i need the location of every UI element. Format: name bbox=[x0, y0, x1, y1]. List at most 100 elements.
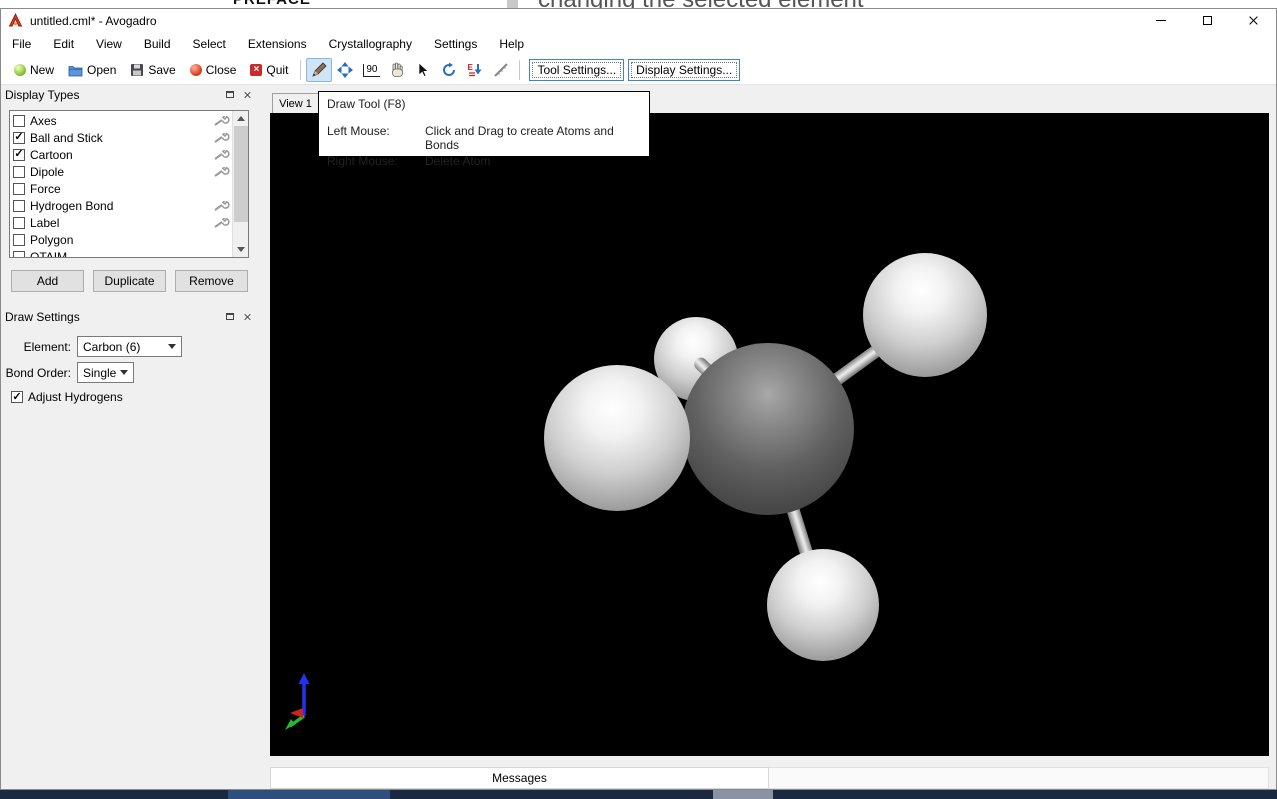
wrench-icon[interactable] bbox=[214, 218, 230, 228]
display-types-list[interactable]: Axes ✓ Ball and Stick ✓ Cartoon Dipole bbox=[9, 110, 249, 258]
checkbox[interactable] bbox=[13, 234, 25, 246]
auto-rotate-tool-button[interactable] bbox=[436, 58, 462, 82]
hydrogen-atom-left[interactable] bbox=[544, 365, 690, 511]
adjust-hydrogens-row[interactable]: ✓ Adjust Hydrogens bbox=[11, 390, 123, 404]
wrench-icon[interactable] bbox=[214, 167, 230, 177]
display-type-label: Dipole bbox=[30, 165, 64, 179]
scroll-thumb[interactable] bbox=[234, 126, 248, 222]
wrench-icon[interactable] bbox=[214, 201, 230, 211]
checkbox[interactable] bbox=[13, 115, 25, 127]
hydrogen-atom-topright[interactable] bbox=[863, 253, 987, 377]
checkbox[interactable] bbox=[13, 200, 25, 212]
hydrogen-atom-bottom[interactable] bbox=[767, 549, 879, 661]
background-bottom-strip-segment bbox=[228, 790, 390, 799]
bond-order-dropdown[interactable]: Single bbox=[77, 362, 134, 383]
menu-select[interactable]: Select bbox=[182, 33, 237, 55]
menu-view[interactable]: View bbox=[85, 33, 133, 55]
draw-tool-button[interactable] bbox=[306, 58, 332, 82]
float-panel-button[interactable] bbox=[222, 310, 237, 323]
wrench-icon[interactable] bbox=[214, 150, 230, 160]
display-type-row-polygon[interactable]: Polygon bbox=[10, 231, 232, 248]
bond-centric-tool-button[interactable]: 90 bbox=[358, 58, 384, 82]
manipulate-tool-button[interactable] bbox=[384, 58, 410, 82]
navigate-tool-button[interactable] bbox=[332, 58, 358, 82]
menu-crystallography[interactable]: Crystallography bbox=[318, 33, 423, 55]
close-button[interactable] bbox=[1230, 9, 1276, 32]
display-type-row-cartoon[interactable]: ✓ Cartoon bbox=[10, 146, 232, 163]
auto-optimize-tool-button[interactable]: E bbox=[462, 58, 488, 82]
display-type-row-qtaim[interactable]: QTAIM bbox=[10, 248, 232, 258]
checkbox[interactable]: ✓ bbox=[13, 149, 25, 161]
list-scrollbar[interactable] bbox=[232, 111, 248, 257]
quit-icon: × bbox=[250, 64, 262, 76]
checkbox[interactable] bbox=[13, 217, 25, 229]
menu-extensions[interactable]: Extensions bbox=[237, 33, 318, 55]
checkbox[interactable] bbox=[13, 251, 25, 259]
maximize-button[interactable] bbox=[1184, 9, 1230, 32]
new-label: New bbox=[30, 63, 54, 77]
open-button[interactable]: Open bbox=[61, 59, 123, 81]
checkbox[interactable] bbox=[13, 183, 25, 195]
measure-icon bbox=[493, 62, 509, 78]
add-button[interactable]: Add bbox=[11, 270, 84, 292]
bond-order-value: Single bbox=[83, 366, 116, 380]
menu-settings[interactable]: Settings bbox=[423, 33, 488, 55]
display-type-label: Polygon bbox=[30, 233, 73, 247]
display-type-row-axes[interactable]: Axes bbox=[10, 112, 232, 129]
display-type-label: Cartoon bbox=[30, 148, 73, 162]
axes-widget bbox=[282, 671, 332, 733]
background-bottom-strip bbox=[0, 790, 1277, 799]
draw-settings-header: Draw Settings bbox=[1, 307, 259, 326]
adjust-hydrogens-checkbox[interactable]: ✓ bbox=[11, 391, 23, 403]
messages-tab[interactable]: Messages bbox=[270, 767, 769, 789]
close-file-button[interactable]: Close bbox=[183, 59, 244, 81]
display-type-row-hydrogen-bond[interactable]: Hydrogen Bond bbox=[10, 197, 232, 214]
view-tab[interactable]: View 1 bbox=[272, 93, 319, 113]
menu-build[interactable]: Build bbox=[133, 33, 182, 55]
display-type-row-force[interactable]: Force bbox=[10, 180, 232, 197]
tool-settings-button[interactable]: Tool Settings... bbox=[529, 59, 624, 81]
pencil-icon bbox=[311, 62, 327, 78]
chevron-down-icon bbox=[120, 370, 128, 375]
tooltip-key: Right Mouse: bbox=[327, 154, 425, 168]
molecule-viewport[interactable] bbox=[270, 113, 1269, 756]
avogadro-window: untitled.cml* - Avogadro File Edit View … bbox=[0, 8, 1277, 790]
wrench-icon[interactable] bbox=[214, 133, 230, 143]
menu-help[interactable]: Help bbox=[488, 33, 535, 55]
scroll-down-button[interactable] bbox=[233, 242, 249, 257]
float-panel-button[interactable] bbox=[222, 88, 237, 101]
hand-icon bbox=[389, 62, 405, 78]
close-panel-icon bbox=[244, 313, 252, 321]
element-dropdown[interactable]: Carbon (6) bbox=[77, 336, 182, 357]
scroll-up-button[interactable] bbox=[233, 111, 249, 126]
background-bottom-strip-segment bbox=[713, 790, 773, 799]
close-panel-button[interactable] bbox=[240, 310, 255, 323]
new-icon bbox=[14, 64, 26, 76]
checkbox[interactable] bbox=[13, 166, 25, 178]
new-button[interactable]: New bbox=[7, 59, 61, 81]
save-button[interactable]: Save bbox=[123, 59, 182, 81]
display-settings-button[interactable]: Display Settings... bbox=[628, 59, 740, 81]
wrench-icon[interactable] bbox=[214, 116, 230, 126]
display-type-row-dipole[interactable]: Dipole bbox=[10, 163, 232, 180]
measure-tool-button[interactable] bbox=[488, 58, 514, 82]
menu-file[interactable]: File bbox=[1, 33, 42, 55]
minimize-button[interactable] bbox=[1138, 9, 1184, 32]
duplicate-button[interactable]: Duplicate bbox=[93, 270, 166, 292]
display-type-row-label[interactable]: Label bbox=[10, 214, 232, 231]
save-disk-icon bbox=[130, 63, 144, 77]
remove-button[interactable]: Remove bbox=[175, 270, 248, 292]
close-panel-button[interactable] bbox=[240, 88, 255, 101]
select-tool-button[interactable] bbox=[410, 58, 436, 82]
menubar: File Edit View Build Select Extensions C… bbox=[1, 32, 1276, 56]
background-preface-text: PREFACE bbox=[233, 0, 311, 8]
carbon-atom[interactable] bbox=[682, 343, 854, 515]
titlebar: untitled.cml* - Avogadro bbox=[1, 9, 1276, 32]
float-icon bbox=[226, 313, 234, 320]
float-icon bbox=[226, 91, 234, 98]
quit-button[interactable]: × Quit bbox=[243, 59, 295, 81]
toolbar: New Open Save Close bbox=[1, 56, 1276, 85]
menu-edit[interactable]: Edit bbox=[42, 33, 85, 55]
display-type-row-ball-and-stick[interactable]: ✓ Ball and Stick bbox=[10, 129, 232, 146]
checkbox[interactable]: ✓ bbox=[13, 132, 25, 144]
